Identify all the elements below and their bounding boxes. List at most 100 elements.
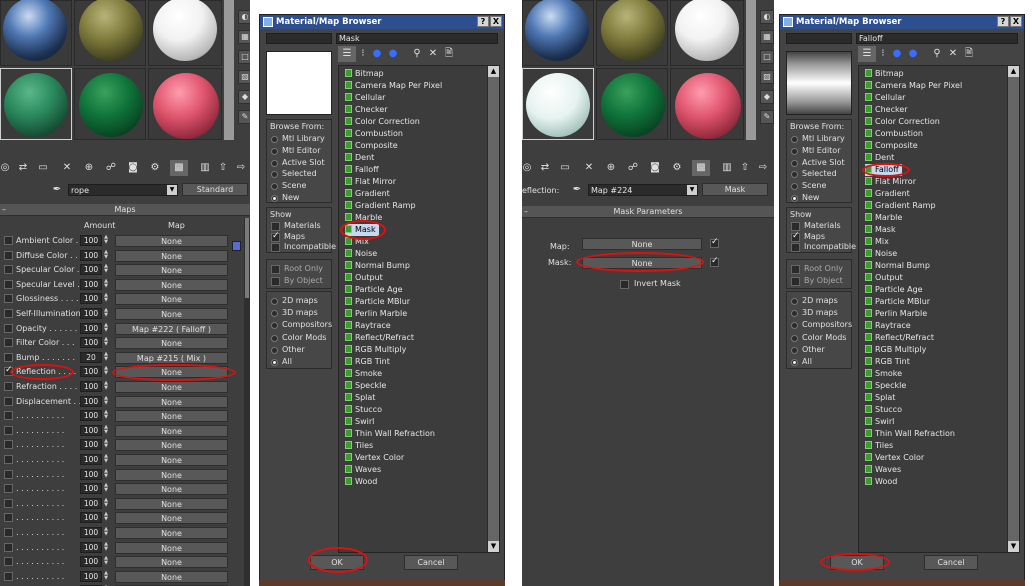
map-type-item[interactable]: Output bbox=[345, 272, 383, 284]
map-type-item[interactable]: Raytrace bbox=[345, 320, 391, 332]
map-type-item[interactable]: Vertex Color bbox=[345, 452, 404, 464]
map-slot-button[interactable]: None bbox=[115, 293, 228, 306]
map-enable-checkbox[interactable] bbox=[4, 309, 13, 318]
map-slot-button[interactable]: None bbox=[115, 556, 228, 569]
amount-field[interactable]: 100 bbox=[80, 570, 102, 582]
amount-spinner[interactable]: ▲▼ bbox=[103, 308, 109, 319]
sample-slot-3[interactable] bbox=[148, 0, 222, 66]
amount-spinner[interactable]: ▲▼ bbox=[103, 454, 109, 465]
category-radio[interactable] bbox=[271, 359, 278, 366]
map-type-item[interactable]: Marble bbox=[865, 212, 902, 224]
amount-spinner[interactable]: ▲▼ bbox=[103, 570, 109, 582]
go-parent-icon[interactable]: ⇧ bbox=[214, 160, 232, 176]
map-name-field[interactable]: Map #224 ▼ bbox=[588, 184, 698, 196]
amount-spinner[interactable]: ▲▼ bbox=[103, 483, 109, 494]
put-to-scene-icon[interactable]: ⇄ bbox=[536, 160, 554, 176]
map-slot-button[interactable]: None bbox=[115, 527, 228, 539]
browse-from-radio[interactable] bbox=[271, 159, 278, 167]
category-radio[interactable] bbox=[791, 298, 798, 305]
amount-spinner[interactable]: ▲▼ bbox=[103, 235, 109, 246]
map-type-item[interactable]: RGB Tint bbox=[345, 356, 390, 368]
map-slot-button[interactable]: None bbox=[115, 541, 228, 554]
close-button[interactable]: X bbox=[490, 16, 502, 27]
map-type-item[interactable]: Gradient bbox=[865, 188, 910, 200]
map-enable-checkbox[interactable] bbox=[4, 528, 13, 537]
map-type-item[interactable]: Mix bbox=[865, 236, 889, 248]
map-slot-button[interactable]: None bbox=[115, 235, 228, 247]
sync-icon[interactable] bbox=[232, 241, 241, 251]
amount-spinner[interactable]: ▲▼ bbox=[103, 249, 109, 261]
map-type-item[interactable]: Particle MBlur bbox=[345, 296, 410, 308]
map-slot-button[interactable]: None bbox=[115, 249, 228, 262]
map-type-item[interactable]: Cellular bbox=[345, 92, 385, 104]
browser-search-field[interactable] bbox=[266, 33, 332, 44]
amount-spinner[interactable]: ▲▼ bbox=[103, 410, 109, 421]
amount-spinner[interactable]: ▲▼ bbox=[103, 351, 109, 363]
map-type-item[interactable]: Particle Age bbox=[345, 284, 403, 296]
show-checkbox[interactable] bbox=[791, 243, 800, 252]
mask-parameters-header[interactable]: – Mask Parameters bbox=[522, 206, 774, 218]
reset-icon[interactable]: ✕ bbox=[58, 160, 76, 176]
map-type-item[interactable]: Tiles bbox=[865, 440, 893, 452]
by-object-checkbox[interactable] bbox=[791, 277, 800, 286]
make-preview-icon[interactable]: ✎ bbox=[760, 110, 774, 124]
backlight-icon[interactable]: ▦ bbox=[238, 30, 250, 44]
amount-spinner[interactable]: ▲▼ bbox=[103, 395, 109, 407]
browse-from-radio[interactable] bbox=[271, 195, 278, 202]
map-slot-button[interactable]: None bbox=[115, 278, 228, 291]
map-slot-button[interactable]: None bbox=[115, 381, 228, 393]
amount-field[interactable]: 100 bbox=[80, 512, 102, 524]
amount-field[interactable]: 20 bbox=[80, 351, 102, 363]
sample-type-icon[interactable]: ◐ bbox=[238, 10, 250, 24]
map-type-item[interactable]: RGB Tint bbox=[865, 356, 910, 368]
map-enable-checkbox[interactable] bbox=[4, 469, 13, 479]
map-slot-button[interactable]: None bbox=[582, 238, 702, 250]
help-button[interactable]: ? bbox=[997, 16, 1009, 27]
map-type-list[interactable]: Bitmap Camera Map Per Pixel Cellular Checke… bbox=[858, 65, 1020, 553]
map-enable-checkbox[interactable] bbox=[4, 425, 13, 435]
map-type-item[interactable]: Thin Wall Refraction bbox=[345, 428, 435, 440]
map-type-item[interactable]: Normal Bump bbox=[345, 260, 410, 272]
map-enable-checkbox[interactable] bbox=[4, 440, 13, 450]
amount-spinner[interactable]: ▲▼ bbox=[103, 468, 109, 480]
get-material-icon[interactable]: ◎ bbox=[522, 160, 536, 176]
uv-tiling-icon[interactable]: ▧ bbox=[238, 70, 250, 84]
uv-tiling-icon[interactable]: ▧ bbox=[760, 70, 774, 84]
by-object-checkbox[interactable] bbox=[271, 277, 280, 286]
sample-slot-3[interactable] bbox=[670, 0, 744, 66]
map-enable-checkbox[interactable] bbox=[4, 352, 13, 362]
show-map-icon[interactable]: ▩ bbox=[170, 160, 188, 176]
map-type-item[interactable]: Combustion bbox=[345, 128, 403, 140]
amount-spinner[interactable]: ▲▼ bbox=[103, 439, 109, 450]
amount-spinner[interactable]: ▲▼ bbox=[103, 293, 109, 304]
category-radio[interactable] bbox=[271, 334, 278, 342]
show-end-result-icon[interactable]: ▥ bbox=[718, 160, 736, 176]
material-id-icon[interactable]: ⚙ bbox=[146, 160, 164, 176]
map-type-item[interactable]: Stucco bbox=[865, 404, 902, 416]
cancel-button[interactable]: Cancel bbox=[404, 555, 458, 570]
category-radio[interactable] bbox=[791, 310, 798, 318]
map-type-item[interactable]: Particle Age bbox=[865, 284, 923, 296]
map-type-item[interactable]: Normal Bump bbox=[865, 260, 930, 272]
map-type-item[interactable]: Bitmap bbox=[345, 68, 384, 80]
map-type-item[interactable]: Speckle bbox=[345, 380, 386, 392]
amount-spinner[interactable]: ▲▼ bbox=[103, 278, 109, 290]
category-radio[interactable] bbox=[791, 322, 798, 330]
browse-from-radio[interactable] bbox=[271, 136, 278, 143]
map-slot-button[interactable]: None bbox=[115, 483, 228, 496]
map-enable-checkbox[interactable] bbox=[4, 411, 13, 421]
amount-spinner[interactable]: ▲▼ bbox=[103, 322, 109, 334]
backlight-icon[interactable]: ▦ bbox=[760, 30, 774, 44]
map-slot-button[interactable]: None bbox=[115, 308, 228, 320]
background-icon[interactable]: □ bbox=[760, 50, 774, 64]
map-type-item[interactable]: Reflect/Refract bbox=[345, 332, 414, 344]
video-check-icon[interactable]: ◆ bbox=[760, 90, 774, 104]
map-slot-button[interactable]: None bbox=[115, 570, 228, 583]
map-slot-button[interactable]: None bbox=[115, 424, 228, 437]
show-checkbox[interactable] bbox=[791, 231, 800, 242]
map-enable-checkbox[interactable] bbox=[4, 236, 13, 245]
map-slot-button[interactable]: None bbox=[115, 468, 228, 481]
amount-spinner[interactable]: ▲▼ bbox=[103, 337, 109, 348]
clear-icon[interactable]: 🗎 bbox=[440, 46, 458, 62]
assign-icon[interactable]: ▭ bbox=[556, 160, 574, 176]
